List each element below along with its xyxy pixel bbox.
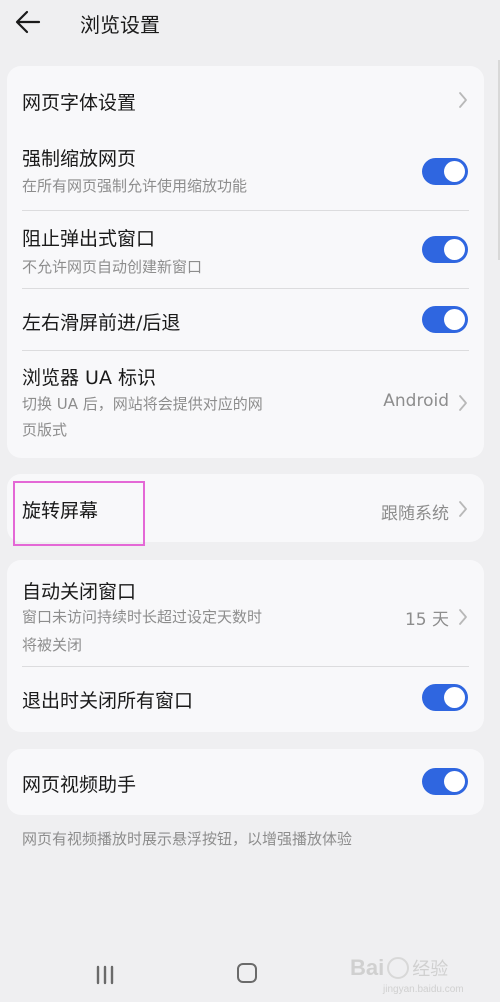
arrow-left-icon [15, 10, 41, 34]
force-zoom-toggle[interactable] [422, 158, 468, 185]
watermark-url: jingyan.baidu.com [383, 984, 464, 995]
system-nav-bar: Bai 经验 jingyan.baidu.com [0, 950, 500, 1002]
paw-icon [387, 957, 410, 979]
watermark-suffix: 经验 [412, 959, 449, 980]
video-helper-footnote: 网页有视频播放时展示悬浮按钮，以增强播放体验 [22, 830, 353, 848]
font-setting-row[interactable]: 网页字体设置 [7, 66, 484, 134]
baidu-watermark: Bai 经验 [350, 955, 448, 981]
auto-close-row[interactable]: 自动关闭窗口 窗口未访问持续时长超过设定天数时 将被关闭 15 天 [7, 560, 484, 666]
force-zoom-desc: 在所有网页强制允许使用缩放功能 [22, 177, 248, 195]
back-button[interactable] [10, 4, 46, 40]
highlight-box [13, 481, 145, 546]
font-setting-label: 网页字体设置 [22, 92, 137, 114]
user-agent-desc-line1: 切换 UA 后，网站将会提供对应的网 [22, 395, 263, 413]
chevron-right-icon [459, 609, 467, 625]
block-popup-desc: 不允许网页自动创建新窗口 [22, 258, 203, 276]
user-agent-row[interactable]: 浏览器 UA 标识 切换 UA 后，网站将会提供对应的网 页版式 Android [7, 350, 484, 458]
auto-close-desc-line1: 窗口未访问持续时长超过设定天数时 [22, 608, 263, 626]
rotate-screen-value: 跟随系统 [381, 504, 449, 524]
watermark-brand: Bai [350, 955, 385, 980]
auto-close-value: 15 天 [404, 610, 449, 630]
auto-close-desc-line2: 将被关闭 [22, 636, 83, 654]
video-helper-toggle[interactable] [422, 768, 468, 795]
settings-card-windows: 自动关闭窗口 窗口未访问持续时长超过设定天数时 将被关闭 15 天 退出时关闭所… [7, 560, 484, 732]
user-agent-desc-line2: 页版式 [22, 421, 68, 439]
chevron-right-icon [459, 395, 467, 411]
chevron-right-icon [459, 501, 467, 517]
settings-card-general: 网页字体设置 强制缩放网页 在所有网页强制允许使用缩放功能 阻止弹出式窗口 不允… [7, 66, 484, 458]
close-on-exit-toggle[interactable] [422, 684, 468, 711]
block-popup-row[interactable]: 阻止弹出式窗口 不允许网页自动创建新窗口 [7, 210, 484, 288]
home-icon[interactable] [237, 963, 257, 983]
page-title: 浏览设置 [80, 13, 160, 37]
chevron-right-icon [459, 92, 467, 108]
block-popup-toggle[interactable] [422, 236, 468, 263]
close-on-exit-label: 退出时关闭所有窗口 [22, 690, 194, 712]
settings-card-video: 网页视频助手 [7, 749, 484, 815]
force-zoom-row[interactable]: 强制缩放网页 在所有网页强制允许使用缩放功能 [7, 134, 484, 210]
user-agent-value: Android [383, 391, 449, 411]
block-popup-label: 阻止弹出式窗口 [22, 228, 156, 250]
force-zoom-label: 强制缩放网页 [22, 148, 137, 170]
swipe-nav-toggle[interactable] [422, 306, 468, 333]
swipe-nav-label: 左右滑屏前进/后退 [22, 312, 181, 334]
recent-apps-icon[interactable] [94, 964, 116, 986]
swipe-nav-row[interactable]: 左右滑屏前进/后退 [7, 288, 484, 350]
user-agent-label: 浏览器 UA 标识 [22, 367, 156, 389]
video-helper-row[interactable]: 网页视频助手 [7, 749, 484, 815]
video-helper-label: 网页视频助手 [22, 774, 137, 796]
auto-close-label: 自动关闭窗口 [22, 581, 137, 603]
close-on-exit-row[interactable]: 退出时关闭所有窗口 [7, 666, 484, 732]
top-app-bar: 浏览设置 [0, 0, 500, 44]
